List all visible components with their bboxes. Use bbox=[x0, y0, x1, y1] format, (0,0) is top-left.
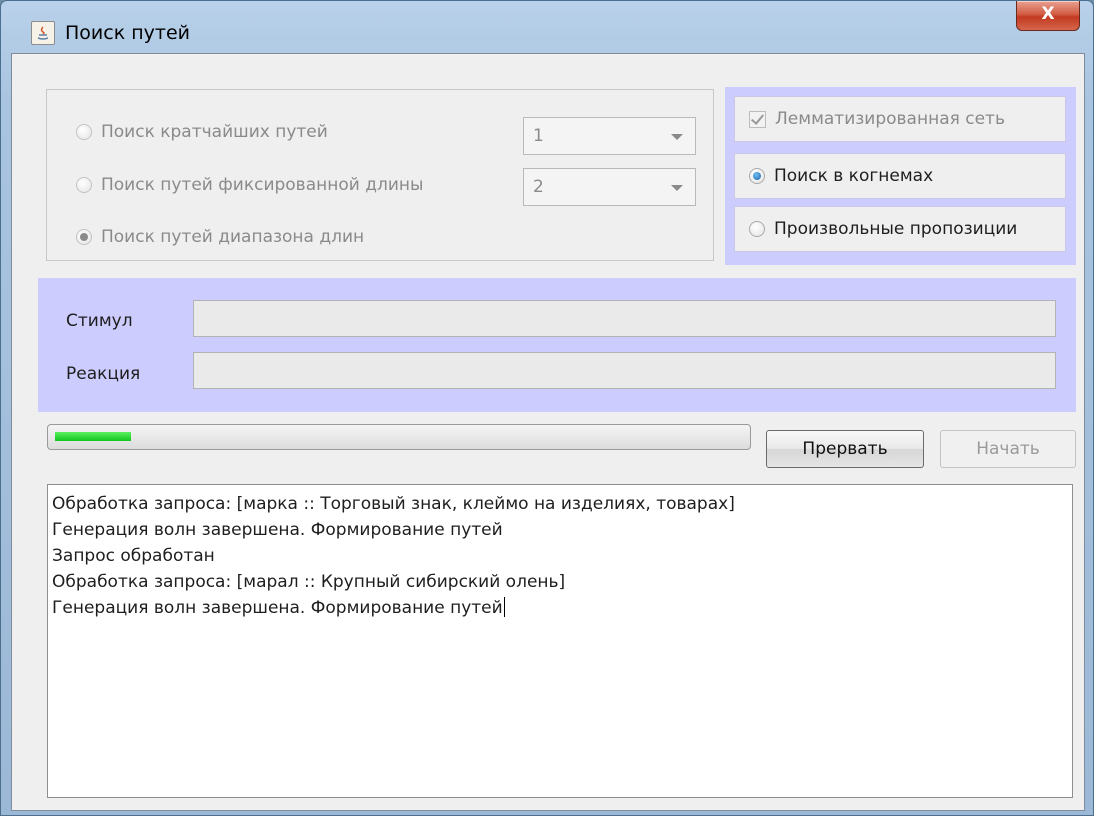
radio-label: Поиск кратчайших путей bbox=[101, 122, 328, 142]
radio-label: Поиск путей диапазона длин bbox=[101, 227, 365, 247]
log-line: Генерация волн завершена. Формирование п… bbox=[52, 520, 503, 540]
radio-button-selected-icon bbox=[749, 168, 765, 184]
window-frame: Поиск путей X Поиск кратчайших путей Пои… bbox=[0, 0, 1094, 816]
cognems-cell: Поиск в когнемах bbox=[734, 153, 1066, 199]
log-output[interactable]: Обработка запроса: [марка :: Торговый зн… bbox=[47, 484, 1073, 798]
close-icon: X bbox=[1041, 4, 1055, 24]
abort-button[interactable]: Прервать bbox=[766, 430, 924, 468]
propositions-cell: Произвольные пропозиции bbox=[734, 206, 1066, 252]
reaction-field[interactable] bbox=[193, 352, 1056, 389]
radio-button-icon bbox=[76, 124, 92, 140]
radio-search-cognems[interactable]: Поиск в когнемах bbox=[749, 166, 933, 186]
java-app-icon bbox=[31, 21, 55, 45]
log-line: Запрос обработан bbox=[52, 546, 215, 566]
radio-label: Произвольные пропозиции bbox=[774, 219, 1018, 239]
chevron-down-icon bbox=[671, 134, 683, 140]
fixed-length-select[interactable]: 2 bbox=[523, 168, 696, 206]
start-button[interactable]: Начать bbox=[940, 430, 1076, 468]
shortest-count-select[interactable]: 1 bbox=[523, 117, 696, 155]
radio-label: Поиск в когнемах bbox=[774, 166, 934, 186]
select-value: 2 bbox=[533, 177, 544, 197]
text-caret bbox=[503, 597, 505, 617]
log-line: Обработка запроса: [марал :: Крупный сиб… bbox=[52, 572, 566, 592]
checkbox-label: Лемматизированная сеть bbox=[775, 109, 1005, 129]
radio-button-icon bbox=[76, 177, 92, 193]
stimulus-reaction-panel: Стимул Реакция bbox=[38, 278, 1076, 412]
radio-label: Поиск путей фиксированной длины bbox=[101, 175, 424, 195]
lemmatized-net-checkbox[interactable]: Лемматизированная сеть bbox=[749, 109, 1005, 129]
chevron-down-icon bbox=[671, 185, 683, 191]
log-line: Обработка запроса: [марка :: Торговый зн… bbox=[52, 494, 735, 514]
radio-fixed-length-paths[interactable]: Поиск путей фиксированной длины bbox=[76, 175, 423, 195]
select-value: 1 bbox=[533, 126, 544, 146]
stimulus-field[interactable] bbox=[193, 300, 1056, 337]
lemmatized-net-cell: Лемматизированная сеть bbox=[734, 96, 1066, 142]
search-options-panel: Лемматизированная сеть Поиск в когнемах … bbox=[725, 87, 1076, 265]
log-line: Генерация волн завершена. Формирование п… bbox=[52, 597, 505, 618]
progress-bar-fill bbox=[55, 432, 131, 441]
radio-arbitrary-propositions[interactable]: Произвольные пропозиции bbox=[749, 219, 1017, 239]
checkbox-checked-icon bbox=[749, 110, 766, 128]
close-button[interactable]: X bbox=[1016, 1, 1080, 31]
radio-button-icon bbox=[749, 221, 765, 237]
dialog-content: Поиск кратчайших путей Поиск путей фикси… bbox=[11, 53, 1085, 811]
window-title: Поиск путей bbox=[65, 22, 190, 44]
stimulus-label: Стимул bbox=[66, 311, 133, 331]
radio-shortest-paths[interactable]: Поиск кратчайших путей bbox=[76, 122, 328, 142]
search-mode-group: Поиск кратчайших путей Поиск путей фикси… bbox=[46, 89, 714, 261]
reaction-label: Реакция bbox=[66, 364, 141, 384]
radio-button-selected-icon bbox=[76, 229, 92, 245]
progress-bar bbox=[47, 424, 751, 450]
radio-length-range-paths[interactable]: Поиск путей диапазона длин bbox=[76, 227, 364, 247]
title-bar[interactable]: Поиск путей X bbox=[1, 1, 1093, 55]
